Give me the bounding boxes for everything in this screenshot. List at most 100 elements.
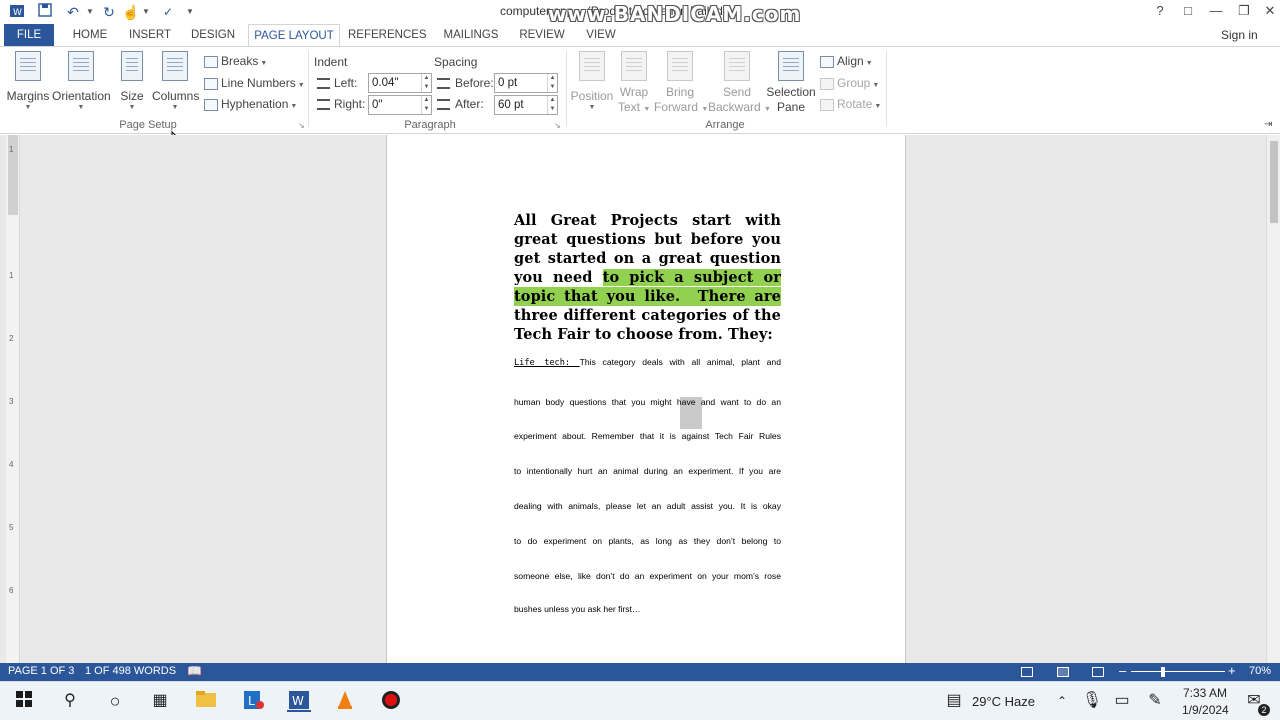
vertical-ruler[interactable]: 1 1 2 3 4 5 6 xyxy=(6,135,20,663)
indent-right-icon xyxy=(317,99,330,110)
ruler-number: 1 xyxy=(9,271,14,280)
collapse-ribbon-icon[interactable]: ⇥ xyxy=(1264,119,1272,130)
align-icon xyxy=(820,55,834,68)
task-view-icon[interactable]: ▦ xyxy=(148,690,172,712)
weather-text[interactable]: 29°C Haze xyxy=(972,694,1035,709)
zoom-level[interactable]: 70% xyxy=(1249,665,1271,677)
word-count[interactable]: 1 OF 498 WORDS xyxy=(85,665,176,677)
heading-paragraph[interactable]: All Great Projects start with great ques… xyxy=(514,211,781,344)
clock-time[interactable]: 7:33 AM xyxy=(1183,686,1227,700)
search-icon[interactable]: ⚲ xyxy=(58,690,82,712)
show-hidden-icons-icon[interactable]: ⌃ xyxy=(1050,690,1074,712)
minimize-icon[interactable]: — xyxy=(1202,0,1230,24)
chevron-down-icon: ▼ xyxy=(872,82,880,89)
spinner-arrows-icon[interactable]: ▲ ▼ xyxy=(421,74,431,92)
align-button[interactable]: Align ▼ xyxy=(820,51,873,71)
help-icon[interactable]: ? xyxy=(1146,0,1174,24)
word-taskbar-icon[interactable]: W xyxy=(287,690,311,712)
wrap-text-icon xyxy=(621,51,647,81)
battery-icon[interactable]: ▭ xyxy=(1110,690,1134,712)
position-button[interactable]: Position ▼ xyxy=(570,51,614,111)
redo-icon[interactable]: ↻ xyxy=(100,3,118,21)
zoom-in-icon[interactable]: + xyxy=(1228,663,1236,678)
spelling-check-icon[interactable]: ✓ xyxy=(158,3,178,21)
tab-review[interactable]: REVIEW xyxy=(516,24,568,46)
columns-button[interactable]: Columns ▼ xyxy=(152,51,199,111)
save-icon[interactable] xyxy=(36,3,54,21)
heading-line: All Great Projects start with xyxy=(514,212,781,229)
bandicam-record-icon[interactable] xyxy=(379,690,403,712)
breaks-button[interactable]: Breaks ▼ xyxy=(204,51,267,71)
bring-forward-button[interactable]: Bring Forward ▼ xyxy=(654,51,708,117)
file-explorer-icon[interactable] xyxy=(194,690,218,712)
send-backward-button[interactable]: Send Backward ▼ xyxy=(708,51,771,117)
margins-button[interactable]: Margins ▼ xyxy=(6,51,50,111)
spinner-arrows-icon[interactable]: ▲ ▼ xyxy=(547,96,557,114)
vertical-scrollbar[interactable] xyxy=(1266,135,1280,663)
svg-text:L: L xyxy=(248,694,255,708)
heading-line: three different categories of the xyxy=(514,307,781,324)
size-button[interactable]: Size ▼ xyxy=(116,51,148,111)
tab-design[interactable]: DESIGN xyxy=(186,24,240,46)
read-mode-icon[interactable] xyxy=(1021,667,1033,677)
undo-dropdown-icon[interactable]: ▼ xyxy=(86,3,94,21)
indent-right-field[interactable]: 0" ▲ ▼ xyxy=(368,95,432,115)
microphone-icon[interactable]: 🎙 xyxy=(1080,690,1104,712)
proofing-icon[interactable]: 📖 xyxy=(187,664,202,678)
close-icon[interactable]: ✕ xyxy=(1256,0,1280,24)
group-button[interactable]: Group ▼ xyxy=(820,73,879,93)
selection-pane-button[interactable]: Selection Pane xyxy=(766,51,816,115)
windows-start-icon[interactable] xyxy=(12,690,36,712)
cortana-icon[interactable]: ○ xyxy=(103,690,127,712)
zoom-out-icon[interactable]: – xyxy=(1119,663,1126,678)
touch-dropdown-icon[interactable]: ▼ xyxy=(142,3,150,21)
web-layout-icon[interactable] xyxy=(1092,667,1104,677)
indent-left-icon xyxy=(317,78,330,89)
scrollbar-thumb[interactable] xyxy=(1270,141,1278,223)
body-line: dealing with animals, please let an adul… xyxy=(514,501,781,511)
restore-icon[interactable]: ❐ xyxy=(1230,0,1258,24)
print-layout-icon[interactable] xyxy=(1057,667,1069,677)
document-page[interactable]: All Great Projects start with great ques… xyxy=(386,135,906,663)
breaks-icon xyxy=(204,55,218,68)
lync-icon[interactable]: L xyxy=(242,690,266,712)
tab-file[interactable]: FILE xyxy=(4,24,54,46)
rotate-button[interactable]: Rotate ▼ xyxy=(820,94,881,114)
ribbon-display-options-icon[interactable]: □ xyxy=(1174,0,1202,24)
undo-icon[interactable]: ↶ xyxy=(64,3,82,21)
spacing-before-field[interactable]: 0 pt ▲ ▼ xyxy=(494,73,558,93)
tab-insert[interactable]: INSERT xyxy=(124,24,176,46)
zoom-slider-thumb[interactable] xyxy=(1161,667,1165,677)
tab-page-layout[interactable]: PAGE LAYOUT xyxy=(248,24,340,47)
indent-left-label: Left: xyxy=(334,76,358,90)
page-setup-launcher-icon[interactable]: ↘ xyxy=(298,121,305,130)
customize-qat-icon[interactable]: ▼ xyxy=(186,3,194,21)
bring-forward-icon xyxy=(667,51,693,81)
tab-home[interactable]: HOME xyxy=(64,24,116,46)
orientation-button[interactable]: Orientation ▼ xyxy=(52,51,111,111)
zoom-slider[interactable] xyxy=(1131,671,1225,672)
pen-icon[interactable]: ✎ xyxy=(1143,690,1167,712)
spinner-arrows-icon[interactable]: ▲ ▼ xyxy=(421,96,431,114)
page-count[interactable]: PAGE 1 OF 3 xyxy=(8,665,74,677)
spacing-after-field[interactable]: 60 pt ▲ ▼ xyxy=(494,95,558,115)
clock-date[interactable]: 1/9/2024 xyxy=(1182,703,1229,717)
wrap-text-button[interactable]: Wrap Text ▼ xyxy=(618,51,650,117)
paragraph-launcher-icon[interactable]: ↘ xyxy=(554,121,561,130)
ruler-number: 5 xyxy=(9,523,14,532)
line-numbers-button[interactable]: Line Numbers ▼ xyxy=(204,73,305,93)
ribbon: Margins ▼ Orientation ▼ Size ▼ Columns ▼… xyxy=(0,46,1280,149)
recorder-watermark: www.BANDICAM.com xyxy=(548,2,802,26)
weather-icon[interactable]: ▤ xyxy=(942,690,966,712)
tab-mailings[interactable]: MAILINGS xyxy=(438,24,504,46)
tab-view[interactable]: VIEW xyxy=(580,24,622,46)
tab-references[interactable]: REFERENCES xyxy=(348,24,427,46)
indent-left-field[interactable]: 0.04" ▲ ▼ xyxy=(368,73,432,93)
body-line: experiment about. Remember that it is ag… xyxy=(514,431,781,441)
sign-in-link[interactable]: Sign in xyxy=(1221,28,1258,42)
vlc-icon[interactable] xyxy=(333,690,357,712)
hyphenation-button[interactable]: Hyphenation ▼ xyxy=(204,94,297,114)
touch-mode-icon[interactable]: ☝ xyxy=(122,3,140,21)
spinner-arrows-icon[interactable]: ▲ ▼ xyxy=(547,74,557,92)
chevron-down-icon: ▼ xyxy=(260,60,268,67)
